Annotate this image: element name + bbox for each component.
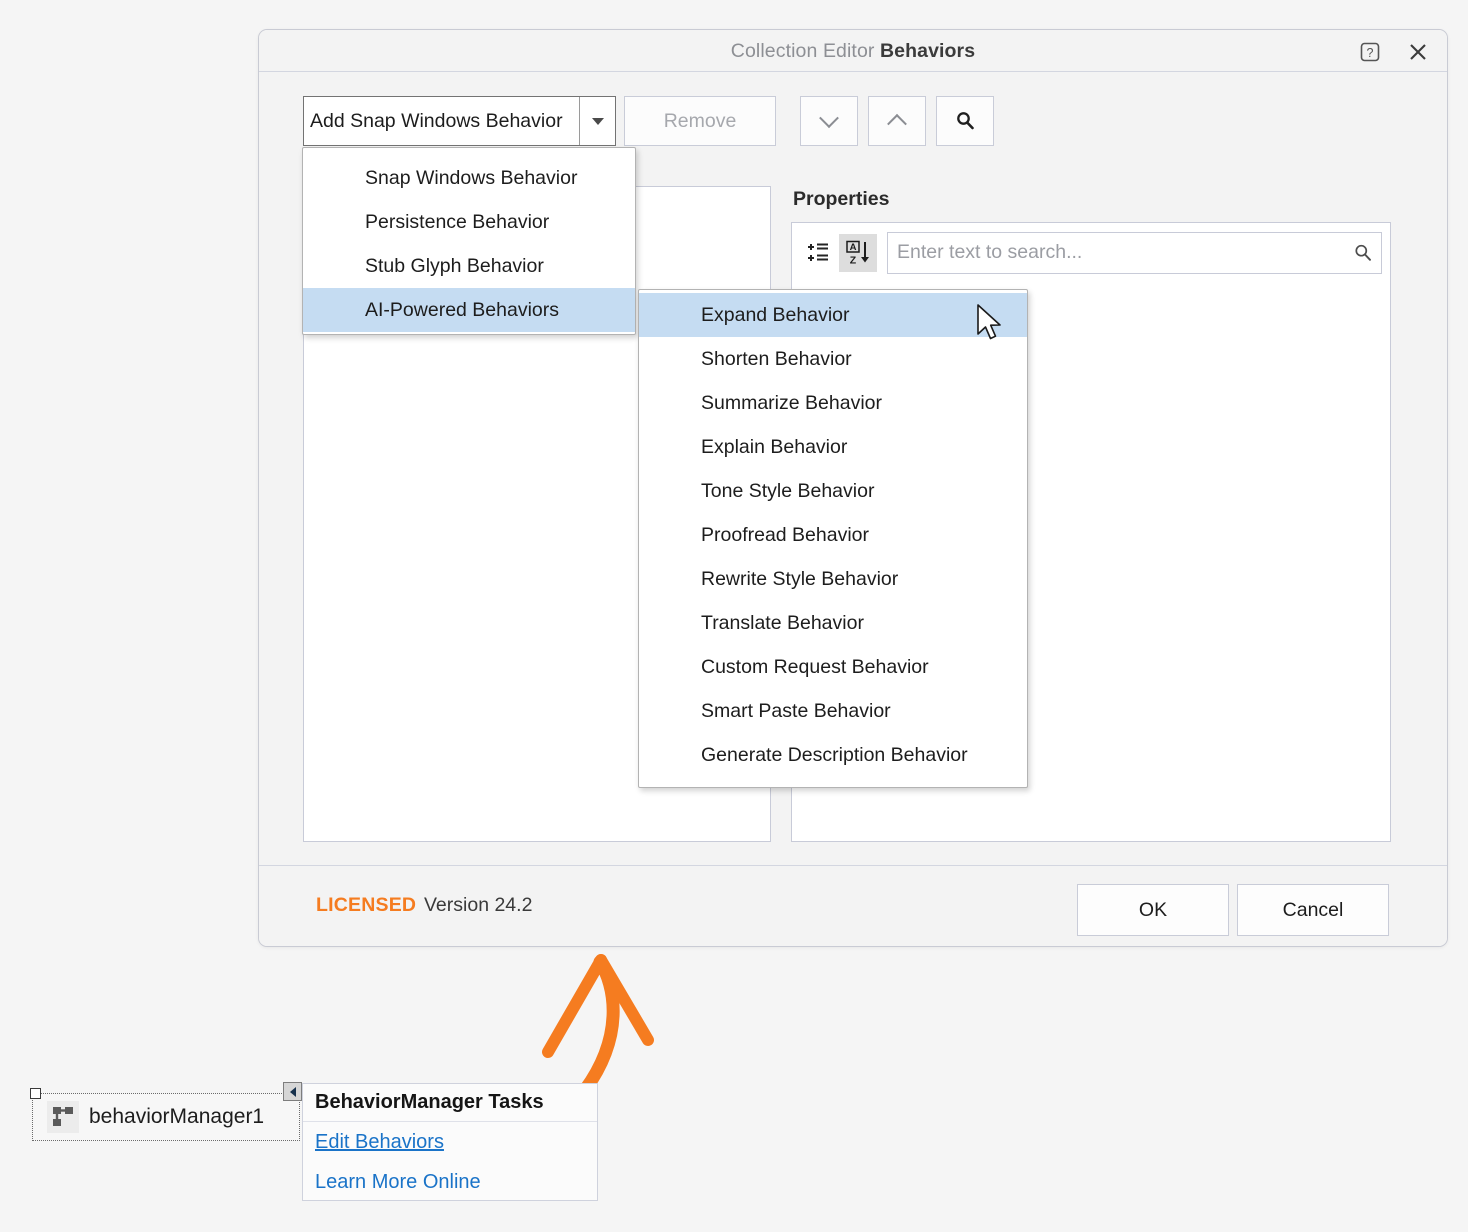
submenu-item-smart-paste-behavior[interactable]: Smart Paste Behavior [639, 689, 1027, 733]
dialog-title-main: Behaviors [880, 40, 976, 62]
chevron-up-icon [887, 113, 907, 134]
toolbar-search-button[interactable] [936, 96, 994, 146]
alphabetical-sort-icon: A Z [846, 240, 869, 266]
dialog-titlebar: Collection Editor Behaviors ? [259, 30, 1447, 72]
properties-search-input[interactable] [888, 232, 1345, 273]
properties-toolbar: A Z [792, 223, 1390, 283]
properties-search-icon-button[interactable] [1345, 242, 1381, 264]
dialog-title: Collection Editor Behaviors [259, 40, 1447, 63]
submenu-item-tone-style-behavior[interactable]: Tone Style Behavior [639, 469, 1027, 513]
close-button[interactable] [1403, 38, 1433, 66]
component-name-label: behaviorManager1 [89, 1105, 265, 1128]
task-link-learn-more-online[interactable]: Learn More Online [303, 1162, 597, 1202]
add-behavior-dropdown-button[interactable] [579, 97, 615, 145]
properties-search-box[interactable] [887, 231, 1382, 274]
search-icon [957, 112, 974, 130]
add-behavior-combobox-value: Add Snap Windows Behavior [310, 109, 563, 132]
help-icon: ? [1360, 42, 1380, 62]
help-button[interactable]: ? [1355, 38, 1385, 66]
search-icon [1355, 244, 1371, 261]
remove-button[interactable]: Remove [624, 96, 776, 146]
add-behavior-dropdown-menu: Snap Windows Behavior Persistence Behavi… [302, 147, 636, 335]
menu-item-stub-glyph-behavior[interactable]: Stub Glyph Behavior [303, 244, 635, 288]
submenu-item-expand-behavior[interactable]: Expand Behavior [639, 293, 1027, 337]
chevron-down-icon [591, 117, 604, 125]
submenu-item-rewrite-style-behavior[interactable]: Rewrite Style Behavior [639, 557, 1027, 601]
svg-text:Z: Z [850, 254, 857, 266]
menu-item-persistence-behavior[interactable]: Persistence Behavior [303, 200, 635, 244]
menu-item-label: Persistence Behavior [365, 210, 550, 233]
menu-item-label: Snap Windows Behavior [365, 166, 578, 189]
ai-behaviors-submenu: Expand Behavior Shorten Behavior Summari… [638, 289, 1028, 788]
chevron-down-icon [819, 108, 839, 129]
submenu-item-summarize-behavior[interactable]: Summarize Behavior [639, 381, 1027, 425]
menu-item-snap-windows-behavior[interactable]: Snap Windows Behavior [303, 156, 635, 200]
smart-tag-arrow-icon [289, 1086, 296, 1097]
menu-item-label: Stub Glyph Behavior [365, 254, 544, 277]
submenu-item-shorten-behavior[interactable]: Shorten Behavior [639, 337, 1027, 381]
mouse-pointer-icon [977, 304, 1001, 340]
move-down-button[interactable] [800, 96, 858, 146]
smart-tag-button[interactable] [283, 1082, 302, 1101]
cancel-button[interactable]: Cancel [1237, 884, 1389, 936]
close-icon [1410, 44, 1426, 60]
licensed-badge: LICENSED [316, 894, 417, 916]
submenu-item-custom-request-behavior[interactable]: Custom Request Behavior [639, 645, 1027, 689]
categorized-list-button[interactable] [799, 234, 837, 272]
smart-tag-tasks-panel: BehaviorManager Tasks Edit Behaviors Lea… [302, 1083, 598, 1201]
behavior-manager-icon [47, 1101, 79, 1133]
component-selection-handle[interactable] [30, 1088, 41, 1099]
screen-root: Collection Editor Behaviors ? Add Snap W… [0, 0, 1468, 1232]
task-link-edit-behaviors[interactable]: Edit Behaviors [303, 1122, 597, 1162]
svg-text:?: ? [1367, 46, 1374, 60]
svg-text:A: A [850, 242, 857, 253]
move-up-button[interactable] [868, 96, 926, 146]
submenu-item-explain-behavior[interactable]: Explain Behavior [639, 425, 1027, 469]
submenu-item-proofread-behavior[interactable]: Proofread Behavior [639, 513, 1027, 557]
tasks-panel-title: BehaviorManager Tasks [303, 1084, 597, 1122]
ok-button[interactable]: OK [1077, 884, 1229, 936]
version-label: Version 24.2 [424, 894, 533, 916]
submenu-item-generate-description-behavior[interactable]: Generate Description Behavior [639, 733, 1027, 777]
menu-item-ai-powered-behaviors[interactable]: AI-Powered Behaviors [303, 288, 635, 332]
dialog-title-prefix: Collection Editor [730, 40, 880, 62]
alphabetical-sort-button[interactable]: A Z [839, 233, 877, 272]
categorized-list-icon [808, 243, 828, 261]
component-tray-item[interactable]: behaviorManager1 [32, 1093, 300, 1141]
menu-item-label: AI-Powered Behaviors [303, 288, 635, 332]
properties-heading: Properties [793, 188, 890, 210]
submenu-item-translate-behavior[interactable]: Translate Behavior [639, 601, 1027, 645]
add-behavior-combobox[interactable]: Add Snap Windows Behavior [303, 96, 616, 146]
